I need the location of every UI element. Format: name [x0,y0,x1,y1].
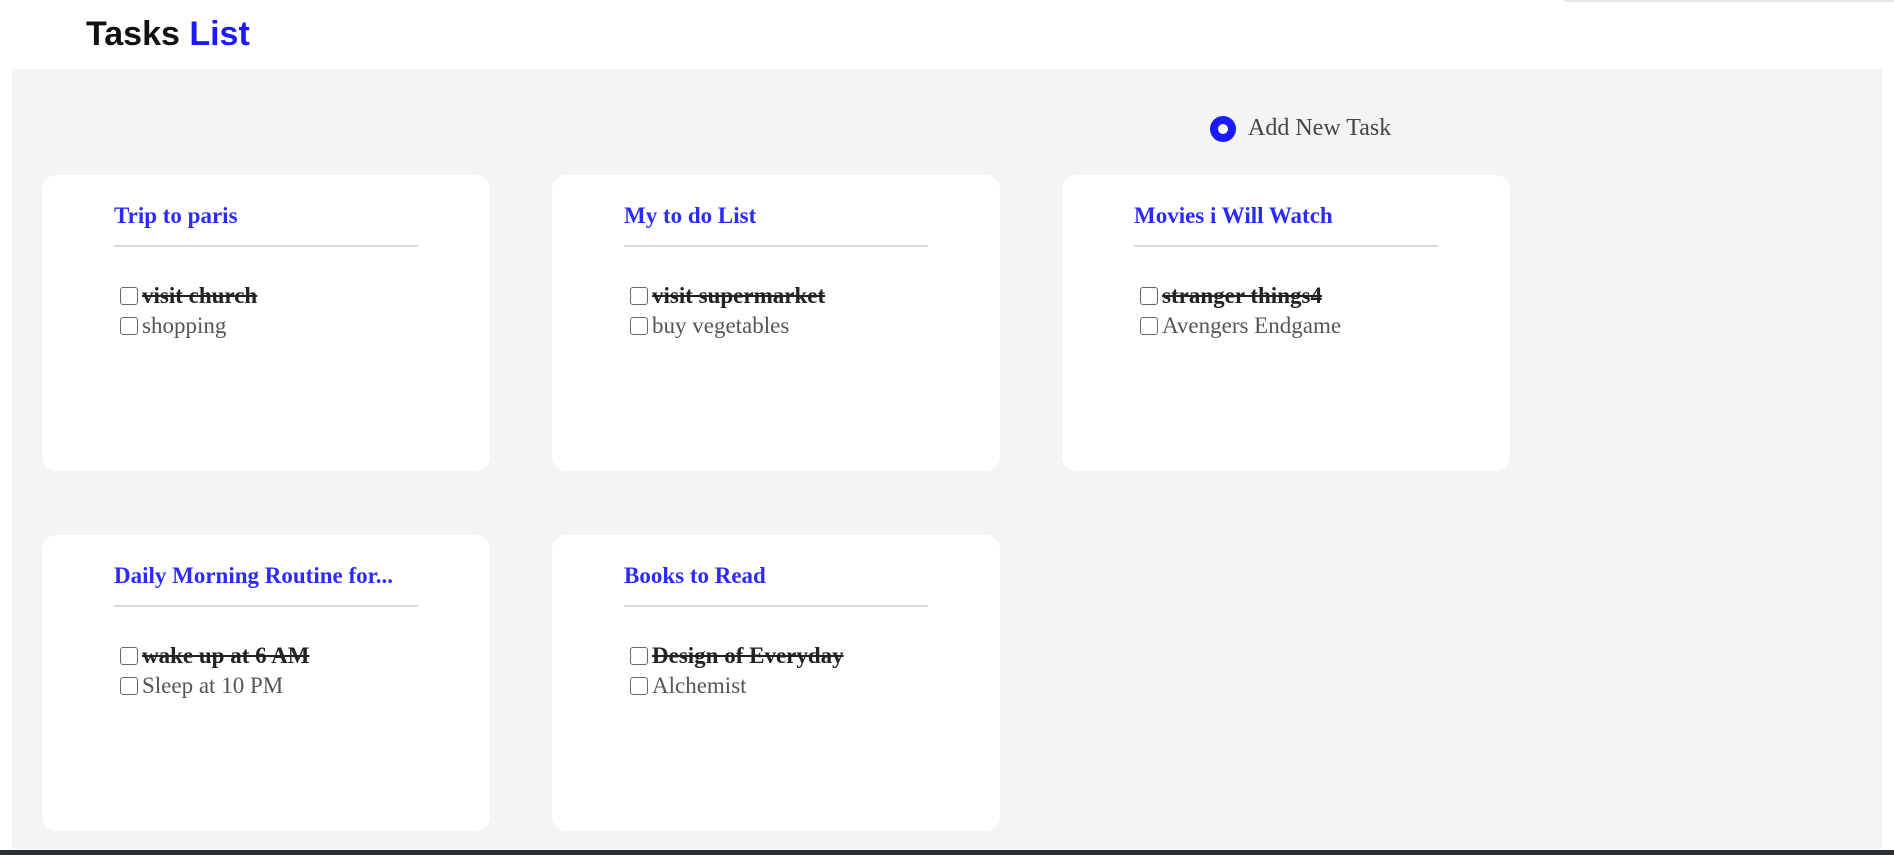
task-checkbox[interactable] [630,287,648,305]
os-taskbar [0,850,1894,855]
task-checkbox[interactable] [120,647,138,665]
card-title[interactable]: Books to Read [624,563,924,589]
task-card[interactable]: Daily Morning Routine for... wake up at … [42,535,490,831]
task-item: visit supermarket [630,281,825,311]
task-checkbox[interactable] [630,647,648,665]
task-item: buy vegetables [630,311,825,341]
task-list: Design of Everyday Alchemist [630,641,844,701]
card-title[interactable]: My to do List [624,203,924,229]
task-text: Avengers Endgame [1162,313,1342,338]
add-new-task-label: Add New Task [1248,115,1392,141]
divider [1134,245,1438,247]
task-text: visit church [142,283,258,308]
task-card[interactable]: Trip to paris visit church shopping [42,175,490,471]
task-checkbox[interactable] [630,677,648,695]
task-item: Sleep at 10 PM [120,671,309,701]
plus-circle-icon[interactable] [1210,115,1236,142]
page-title: Tasks List [86,12,250,56]
task-card[interactable]: Books to Read Design of Everyday Alchemi… [552,535,1000,831]
task-list: stranger things4 Avengers Endgame [1140,281,1341,341]
task-text: Alchemist [652,673,747,698]
task-list: visit supermarket buy vegetables [630,281,825,341]
title-accent: List [189,15,250,53]
task-checkbox[interactable] [120,287,138,305]
card-title[interactable]: Movies i Will Watch [1134,203,1434,229]
task-checkbox[interactable] [120,317,138,335]
divider [114,245,418,247]
card-title[interactable]: Trip to paris [114,203,414,229]
task-card[interactable]: Movies i Will Watch stranger things4 Ave… [1062,175,1510,471]
task-text: Sleep at 10 PM [142,673,284,698]
add-new-task-button[interactable]: Add New Task [1210,115,1391,142]
task-list: visit church shopping [120,281,257,341]
task-item: Alchemist [630,671,844,701]
window-edge [1564,0,1894,2]
task-checkbox[interactable] [1140,317,1158,335]
task-item: shopping [120,311,257,341]
task-list: wake up at 6 AM Sleep at 10 PM [120,641,309,701]
task-item: Design of Everyday [630,641,844,671]
task-text: shopping [142,313,227,338]
task-text: stranger things4 [1162,283,1322,308]
divider [624,605,928,607]
task-text: buy vegetables [652,313,790,338]
task-card[interactable]: My to do List visit supermarket buy vege… [552,175,1000,471]
task-item: stranger things4 [1140,281,1341,311]
task-item: Avengers Endgame [1140,311,1341,341]
task-checkbox[interactable] [630,317,648,335]
task-item: visit church [120,281,257,311]
task-text: Design of Everyday [652,643,844,668]
card-title[interactable]: Daily Morning Routine for... [114,563,414,589]
task-text: wake up at 6 AM [142,643,310,668]
divider [624,245,928,247]
title-main: Tasks [86,15,180,53]
divider [114,605,418,607]
task-item: wake up at 6 AM [120,641,309,671]
task-checkbox[interactable] [1140,287,1158,305]
task-text: visit supermarket [652,283,826,308]
task-checkbox[interactable] [120,677,138,695]
